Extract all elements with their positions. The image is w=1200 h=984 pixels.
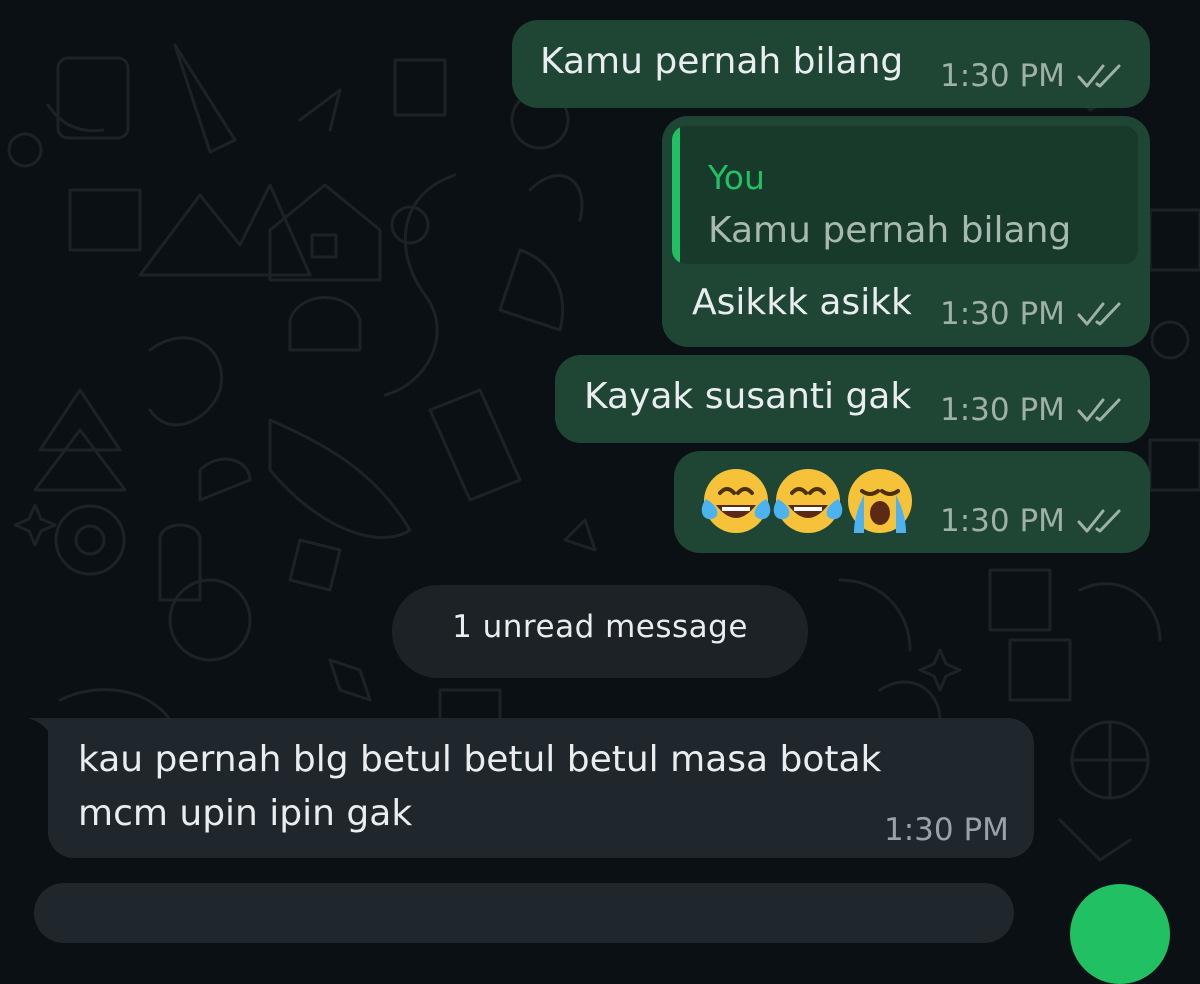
double-check-icon — [1077, 509, 1121, 533]
loudly-crying-face-icon — [848, 469, 912, 533]
message-text: Kamu pernah bilang — [540, 41, 904, 82]
message-meta: 1:30 PM — [940, 58, 1123, 94]
double-check-icon — [1077, 64, 1121, 88]
send-fab-icon[interactable] — [1070, 884, 1170, 984]
message-time: 1:30 PM — [940, 58, 1065, 94]
message-time: 1:30 PM — [940, 296, 1065, 332]
quote-accent-bar — [672, 126, 680, 264]
message-meta: 1:30 PM — [884, 812, 1009, 848]
message-meta: 1:30 PM — [940, 392, 1123, 428]
quote-author: You — [708, 158, 765, 197]
message-text-line: kau pernah blg betul betul betul masa bo… — [78, 739, 882, 780]
message-time: 1:30 PM — [884, 812, 1009, 848]
message-time: 1:30 PM — [940, 503, 1065, 539]
face-with-tears-of-joy-icon — [701, 469, 771, 533]
outgoing-message[interactable]: Kayak susanti gak 1:30 PM — [555, 355, 1150, 443]
message-meta: 1:30 PM — [940, 503, 1123, 539]
message-meta: 1:30 PM — [940, 296, 1123, 332]
quote-text: Kamu pernah bilang — [708, 210, 1072, 251]
outgoing-reply-message[interactable]: You Kamu pernah bilang Asikkk asikk 1:30… — [662, 116, 1150, 347]
quoted-message[interactable]: You Kamu pernah bilang — [672, 126, 1138, 264]
message-text: Asikkk asikk — [692, 282, 912, 323]
double-check-icon — [1077, 398, 1121, 422]
message-time: 1:30 PM — [940, 392, 1065, 428]
unread-count-label: 1 unread message — [452, 609, 748, 645]
outgoing-message[interactable]: Kamu pernah bilang 1:30 PM — [512, 20, 1150, 108]
unread-messages-divider: 1 unread message — [392, 585, 808, 678]
outgoing-emoji-message[interactable]: 1:30 PM — [674, 451, 1150, 553]
incoming-message[interactable]: kau pernah blg betul betul betul masa bo… — [48, 718, 1034, 858]
face-with-tears-of-joy-icon — [773, 469, 843, 533]
message-text-line: mcm upin ipin gak — [78, 793, 413, 834]
double-check-icon — [1077, 302, 1121, 326]
message-composer[interactable] — [34, 883, 1014, 943]
message-text: Kayak susanti gak — [584, 376, 912, 417]
